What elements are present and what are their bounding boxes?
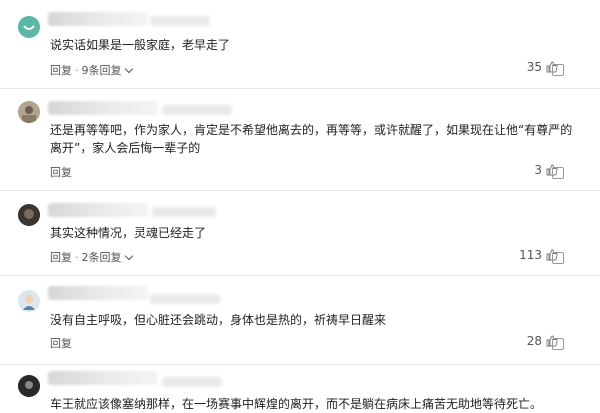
username-redacted [48,203,148,217]
more-icon[interactable] [552,338,564,350]
view-replies-button[interactable]: 9条回复 [82,64,122,77]
comment-text: 没有自主呼吸，但心脏还会跳动，身体也是热的，祈祷早日醒来 [50,313,387,327]
reply-button[interactable]: 回复 [50,64,72,77]
chevron-down-icon [124,64,133,74]
comment-text: 还是再等等吧，作为家人，肯定是不希望他离去的，再等等，或许就醒了，如果现在让他“… [50,121,573,157]
username-redacted [48,12,148,26]
comment-list: 说实话如果是一般家庭，老早走了 回复 · 9条回复 35 还是再等等吧，作为家人，肯… [0,0,600,411]
chevron-down-icon [124,251,133,261]
comment-item: 车王就应该像塞纳那样，在一场赛事中辉煌的离开，而不是躺在病床上痛苦无助地等待死亡… [0,365,600,411]
like-count: 35 [526,60,542,74]
avatar[interactable] [18,101,40,123]
comment-item: 说实话如果是一般家庭，老早走了 回复 · 9条回复 35 [0,0,600,88]
more-icon[interactable] [552,64,564,76]
username-redacted [150,16,210,26]
username-redacted [48,286,148,300]
reply-button[interactable]: 回复 [50,251,72,264]
username-redacted [162,105,232,115]
username-redacted [48,101,158,115]
reply-button[interactable]: 回复 [50,337,72,350]
avatar[interactable] [18,16,40,38]
username-redacted [152,207,216,217]
username-redacted [150,294,220,304]
more-icon[interactable] [552,252,564,264]
comment-item: 还是再等等吧，作为家人，肯定是不希望他离去的，再等等，或许就醒了，如果现在让他“… [0,89,600,189]
like-count: 113 [519,248,542,262]
username-redacted [162,377,222,387]
comment-actions: 回复 [50,164,72,180]
avatar[interactable] [18,204,40,226]
comment-actions: 回复 [50,335,72,351]
username-redacted [48,371,158,385]
like-count: 28 [526,334,542,348]
separator: · [75,251,79,264]
avatar[interactable] [18,375,40,397]
reply-button[interactable]: 回复 [50,166,72,179]
comment-text-line: 离开”，家人会后悔一辈子的 [50,141,201,155]
like-count: 3 [534,163,542,177]
comment-text: 车王就应该像塞纳那样，在一场赛事中辉煌的离开，而不是躺在病床上痛苦无助地等待死亡… [50,397,543,411]
comment-text: 其实这种情况，灵魂已经走了 [50,226,207,240]
comment-actions: 回复 · 9条回复 [50,62,133,78]
comment-text-line: 还是再等等吧，作为家人，肯定是不希望他离去的，再等等，或许就醒了，如果现在让他“… [50,123,573,137]
more-icon[interactable] [552,167,564,179]
view-replies-button[interactable]: 2条回复 [82,251,122,264]
separator: · [75,64,79,77]
comment-item: 没有自主呼吸，但心脏还会跳动，身体也是热的，祈祷早日醒来 回复 28 [0,276,600,364]
comment-actions: 回复 · 2条回复 [50,249,133,265]
comment-text: 说实话如果是一般家庭，老早走了 [50,38,231,52]
avatar[interactable] [18,290,40,312]
comment-item: 其实这种情况，灵魂已经走了 回复 · 2条回复 113 [0,191,600,275]
